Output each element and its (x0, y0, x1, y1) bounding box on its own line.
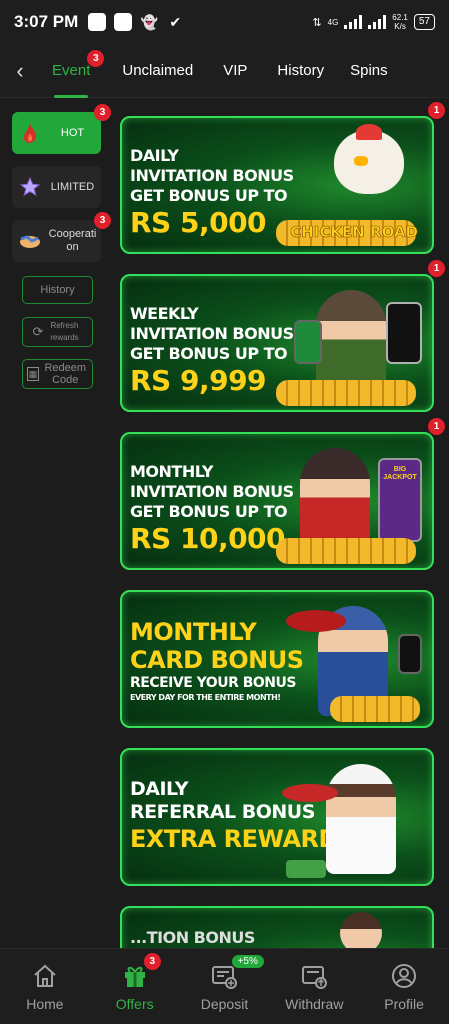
daily-invitation-bonus-banner[interactable]: DAILY INVITATION BONUS GET BONUS UP TO R… (120, 116, 434, 254)
signal-icon (368, 15, 387, 29)
nav-deposit[interactable]: Deposit +5% (180, 949, 270, 1024)
notification-app-icon (88, 13, 107, 31)
back-icon[interactable]: ‹ (0, 58, 40, 84)
girl-portrait-artwork (340, 912, 382, 948)
event-banner-list: DAILY INVITATION BONUS GET BONUS UP TO R… (108, 98, 449, 948)
fire-icon (18, 121, 42, 145)
invitation-bonus-banner-partial[interactable]: ...TION BONUS (120, 906, 434, 948)
offers-badge: 3 (143, 953, 161, 970)
bottom-nav: Home Offers 3 Deposit +5% Withdraw Profi… (0, 948, 449, 1024)
notification-app-icon (114, 13, 133, 31)
top-nav: ‹ Event 3 Unclaimed VIP History Spins (0, 44, 449, 98)
data-transfer-icon: ⇅ (312, 16, 322, 29)
tab-event[interactable]: Event 3 (40, 44, 105, 98)
pilot-thumbs-up-artwork (276, 596, 426, 726)
daily-referral-bonus-banner[interactable]: DAILY REFERRAL BONUS EXTRA REWARDS (120, 748, 434, 886)
tab-badge: 3 (87, 49, 105, 67)
tab-unclaimed[interactable]: Unclaimed (110, 44, 205, 98)
tab-vip[interactable]: VIP (211, 44, 259, 98)
withdraw-icon (302, 965, 328, 989)
banner-badge: 1 (428, 418, 445, 435)
aviator-girl-artwork: BIG JACKPOT (276, 438, 426, 568)
banner-badge: 1 (428, 102, 445, 119)
nav-home[interactable]: Home (0, 949, 90, 1024)
star-icon (18, 175, 42, 199)
sidebar-item-limited[interactable]: LIMITED (12, 166, 101, 208)
deposit-bonus-pill: +5% (231, 955, 264, 968)
captain-girl-artwork (276, 754, 426, 884)
chicken-road-artwork: CHICKEN ROAD (276, 122, 426, 252)
home-icon (34, 964, 56, 987)
snapchat-icon: 👻 (140, 13, 158, 30)
monthly-card-bonus-banner[interactable]: MONTHLY CARD BONUS RECEIVE YOUR BONUS EV… (120, 590, 434, 728)
nav-profile[interactable]: Profile (359, 949, 449, 1024)
network-label: 4G (327, 17, 339, 27)
sidebar-item-hot[interactable]: HOT 3 (12, 104, 111, 154)
sidebar-item-cooperation[interactable]: Cooperati on 3 (12, 212, 111, 262)
nav-offers[interactable]: Offers 3 (90, 949, 180, 1024)
status-bar: 3:07 PM 👻 ✔ ⇅ 4G 62.1 K/s 57 (0, 0, 449, 44)
redeem-code-button[interactable]: ▦ Redeem Code (22, 359, 93, 389)
monthly-invitation-bonus-banner[interactable]: MONTHLY INVITATION BONUS GET BONUS UP TO… (120, 432, 434, 570)
tab-history[interactable]: History (265, 44, 336, 98)
network-speed: 62.1 K/s (392, 13, 408, 31)
signal-icon (344, 15, 363, 29)
history-button[interactable]: History (22, 276, 93, 304)
banner-badge: 1 (428, 260, 445, 277)
sidebar: HOT 3 LIMITED Cooperati on 3 History ⟳ R… (0, 98, 111, 948)
status-time: 3:07 PM (14, 12, 79, 31)
refresh-rewards-button[interactable]: ⟳ Refresh rewards (22, 317, 93, 347)
handshake-icon (18, 229, 42, 253)
pilot-girl-artwork (276, 280, 426, 410)
check-icon: ✔ (169, 13, 182, 30)
code-icon: ▦ (26, 367, 40, 381)
battery-icon: 57 (413, 14, 435, 30)
refresh-icon: ⟳ (32, 324, 44, 339)
weekly-invitation-bonus-banner[interactable]: WEEKLY INVITATION BONUS GET BONUS UP TO … (120, 274, 434, 412)
profile-icon (392, 963, 417, 988)
tab-spins[interactable]: Spins (338, 44, 400, 98)
nav-withdraw[interactable]: Withdraw (269, 949, 359, 1024)
